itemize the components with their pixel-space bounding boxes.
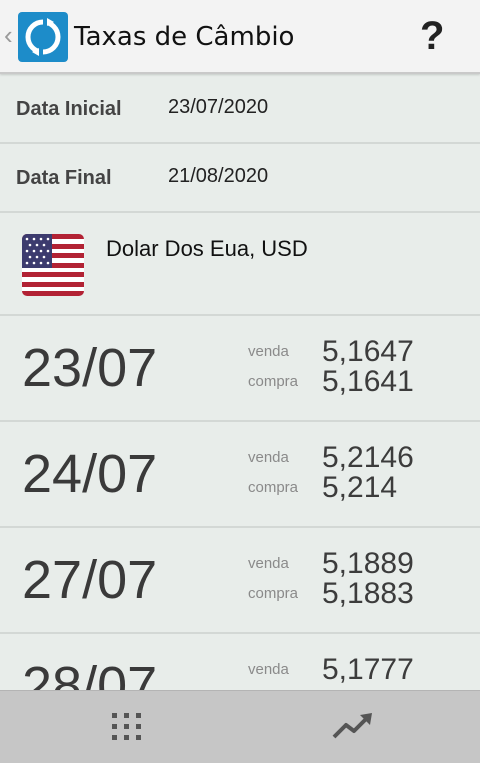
start-date-row[interactable]: Data Inicial 23/07/2020 xyxy=(0,74,480,144)
start-date-value[interactable]: 23/07/2020 xyxy=(168,96,268,119)
rate-date: 23/07 xyxy=(22,338,158,398)
sell-value: 5,2146 xyxy=(322,441,414,474)
rate-date: 24/07 xyxy=(22,444,158,504)
end-date-row[interactable]: Data Final 21/08/2020 xyxy=(0,143,480,213)
rate-row[interactable]: 27/07 venda compra 5,1889 5,1883 xyxy=(0,528,480,634)
rate-row[interactable]: 23/07 venda compra 5,1647 5,1641 xyxy=(0,316,480,422)
us-flag-icon xyxy=(22,234,84,296)
buy-label: compra xyxy=(248,373,299,390)
trending-up-icon[interactable] xyxy=(328,707,378,745)
app-bar: ‹ Taxas de Câmbio ? xyxy=(0,0,480,74)
rate-date: 28/07 xyxy=(22,656,158,690)
sell-label: venda xyxy=(248,449,289,466)
grid-menu-icon[interactable] xyxy=(104,709,150,745)
buy-label: compra xyxy=(248,585,299,602)
app-logo-icon[interactable] xyxy=(18,12,68,62)
sell-value: 5,1889 xyxy=(322,547,414,580)
sell-value: 5,1647 xyxy=(322,335,414,368)
help-icon[interactable]: ? xyxy=(420,12,444,60)
buy-value: 5,1883 xyxy=(322,577,414,610)
end-date-value[interactable]: 21/08/2020 xyxy=(168,165,268,188)
sell-label: venda xyxy=(248,343,289,360)
rate-row[interactable]: 28/07 venda compra 5,1777 xyxy=(0,634,480,691)
bottom-nav xyxy=(0,690,480,763)
back-chevron-icon[interactable]: ‹ xyxy=(4,20,13,50)
buy-value: 5,1641 xyxy=(322,365,414,398)
sell-value: 5,1777 xyxy=(322,653,414,686)
sell-label: venda xyxy=(248,661,289,678)
rate-date: 27/07 xyxy=(22,550,158,610)
end-date-label: Data Final xyxy=(16,167,112,189)
buy-label: compra xyxy=(248,479,299,496)
currency-name: Dolar Dos Eua, USD xyxy=(106,236,308,261)
currency-selector[interactable]: Dolar Dos Eua, USD xyxy=(0,212,480,316)
sell-label: venda xyxy=(248,555,289,572)
rates-list[interactable]: 23/07 venda compra 5,1647 5,1641 24/07 v… xyxy=(0,316,480,690)
app-title: Taxas de Câmbio xyxy=(74,22,295,52)
start-date-label: Data Inicial xyxy=(16,98,122,120)
buy-value: 5,214 xyxy=(322,471,398,504)
rate-row[interactable]: 24/07 venda compra 5,2146 5,214 xyxy=(0,422,480,528)
